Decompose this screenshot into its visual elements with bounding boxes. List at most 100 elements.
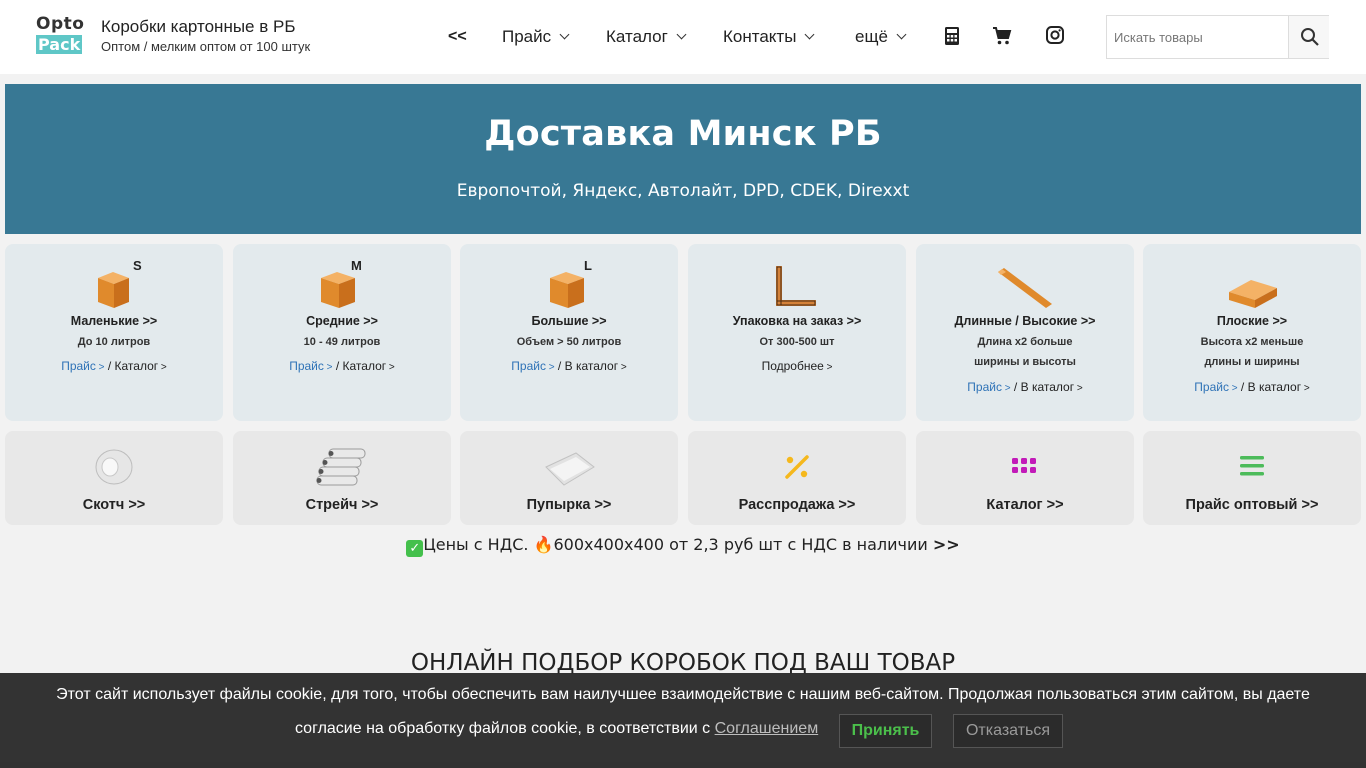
- search-form: [1106, 15, 1329, 59]
- card-title: Длинные / Высокие >>: [954, 314, 1096, 328]
- chevron-down-icon: [559, 29, 570, 40]
- card-links: Подробнее >: [688, 359, 906, 373]
- catalog-link[interactable]: Каталог >: [115, 359, 167, 373]
- price-link-label: Прайс: [289, 359, 324, 373]
- site-subtitle: Оптом / мелким оптом от 100 штук: [101, 39, 311, 54]
- logo[interactable]: Opto Pack: [36, 14, 86, 56]
- card-description-line: длины и ширины: [1204, 356, 1300, 368]
- flat-box-icon: [1229, 280, 1277, 308]
- banner-subtitle: Европочтой, Яндекс, Автолайт, DPD, CDEK,…: [456, 181, 910, 201]
- nav-back-link[interactable]: <<: [448, 24, 467, 50]
- fire-icon: 🔥: [533, 535, 554, 554]
- product-card-catalog[interactable]: Каталог >>: [916, 431, 1134, 525]
- card-description: Объем > 50 литров: [460, 332, 678, 352]
- nav-more-menu[interactable]: ещё: [855, 24, 907, 50]
- size-label: S: [133, 258, 142, 273]
- price-link-label: Прайс: [511, 359, 546, 373]
- product-title: Расспродажа >>: [738, 497, 856, 513]
- cookie-agreement-link[interactable]: Соглашением: [715, 720, 819, 737]
- card-links: Прайс > / Каталог >: [61, 359, 167, 373]
- card-description: До 10 литров: [5, 332, 223, 352]
- cart-icon[interactable]: [992, 26, 1012, 46]
- price-link[interactable]: Прайс >: [1194, 380, 1237, 394]
- percent-icon: [785, 455, 809, 479]
- promo-link[interactable]: >>: [933, 535, 960, 554]
- category-card-long[interactable]: Длинные / Высокие >> Длина х2 больше шир…: [916, 244, 1134, 421]
- delivery-banner: Доставка Минск РБ Европочтой, Яндекс, Ав…: [5, 84, 1361, 234]
- logo-top-text: Opto: [36, 14, 85, 34]
- price-link[interactable]: Прайс >: [511, 359, 554, 373]
- product-card-sale[interactable]: Расспродажа >>: [688, 431, 906, 525]
- catalog-link[interactable]: В каталог >: [1021, 380, 1083, 394]
- catalog-link-label: В каталог: [1020, 380, 1075, 394]
- category-card-custom[interactable]: Упаковка на заказ >> От 300-500 шт Подро…: [688, 244, 906, 421]
- decline-button[interactable]: Отказаться: [953, 714, 1063, 748]
- nav-more-label: ещё: [855, 27, 888, 46]
- card-description: Высота х2 меньше длины и ширины: [1143, 332, 1361, 372]
- catalog-link[interactable]: В каталог >: [1248, 380, 1310, 394]
- card-description-line: От 300-500 шт: [759, 336, 835, 348]
- product-card-price[interactable]: Прайс оптовый >>: [1143, 431, 1361, 525]
- card-title: Маленькие >>: [70, 314, 158, 328]
- search-button[interactable]: [1288, 16, 1329, 58]
- calculator-icon[interactable]: [942, 26, 962, 46]
- category-card-large[interactable]: L Большие >> Объем > 50 литров Прайс > /…: [460, 244, 678, 421]
- card-title: Упаковка на заказ >>: [732, 314, 862, 328]
- product-title: Прайс оптовый >>: [1185, 497, 1319, 513]
- box-icon: [98, 272, 129, 308]
- price-link[interactable]: Прайс >: [967, 380, 1010, 394]
- nav-price-label: Прайс: [502, 27, 552, 46]
- site-title[interactable]: Коробки картонные в РБ: [101, 17, 295, 37]
- size-label: L: [584, 258, 592, 273]
- chevron-down-icon: [804, 29, 815, 40]
- card-links: Прайс > / Каталог >: [289, 359, 395, 373]
- long-box-icon: [998, 268, 1056, 308]
- category-card-small[interactable]: S Маленькие >> До 10 литров Прайс > / Ка…: [5, 244, 223, 421]
- instagram-icon[interactable]: [1045, 25, 1065, 45]
- card-description-line: Длина х2 больше: [977, 336, 1073, 348]
- card-links: Прайс > / В каталог >: [1194, 380, 1310, 394]
- catalog-link-label: В каталог: [564, 359, 619, 373]
- price-link-label: Прайс: [967, 380, 1002, 394]
- price-link[interactable]: Прайс >: [61, 359, 104, 373]
- cookie-text-line1: Этот сайт использует файлы cookie, для т…: [56, 686, 1310, 703]
- promo-line: ✓ Цены с НДС. 🔥600x400x400 от 2,3 руб шт …: [0, 535, 1366, 557]
- box-icon: [550, 272, 584, 308]
- product-title: Каталог >>: [986, 497, 1064, 513]
- category-card-flat[interactable]: Плоские >> Высота х2 меньше длины и шири…: [1143, 244, 1361, 421]
- promo-text-vat: Цены с НДС.: [423, 535, 534, 554]
- nav-catalog-menu[interactable]: Каталог: [606, 24, 687, 50]
- stretch-film-icon: [316, 448, 366, 486]
- card-links: Прайс > / В каталог >: [967, 380, 1083, 394]
- catalog-link-label: Каталог: [114, 359, 159, 373]
- bubble-wrap-icon: [545, 452, 595, 486]
- card-description-line: Объем > 50 литров: [516, 336, 622, 348]
- price-link[interactable]: Прайс >: [289, 359, 332, 373]
- product-card-bubble[interactable]: Пупырка >>: [460, 431, 678, 525]
- nav-contacts-menu[interactable]: Контакты: [723, 24, 815, 50]
- more-link[interactable]: Подробнее >: [762, 359, 833, 373]
- product-card-tape[interactable]: Скотч >>: [5, 431, 223, 525]
- catalog-link[interactable]: Каталог >: [343, 359, 395, 373]
- catalog-link-label: Каталог: [342, 359, 387, 373]
- search-input[interactable]: [1107, 16, 1288, 58]
- card-description: Длина х2 больше ширины и высоты: [916, 332, 1134, 372]
- list-icon: [1240, 456, 1264, 476]
- card-description-line: 10 - 49 литров: [303, 336, 381, 348]
- card-description-line: До 10 литров: [77, 336, 151, 348]
- nav-price-menu[interactable]: Прайс: [502, 24, 570, 50]
- cookie-text-line2-label: согласие на обработку файлов cookie, в с…: [295, 720, 715, 737]
- card-description: 10 - 49 литров: [233, 332, 451, 352]
- card-title: Средние >>: [306, 314, 378, 328]
- promo-text-offer: 600x400x400 от 2,3 руб шт с НДС в наличи…: [553, 535, 933, 554]
- product-card-stretch[interactable]: Стрейч >>: [233, 431, 451, 525]
- logo-bottom-text: Pack: [36, 35, 83, 54]
- catalog-link[interactable]: В каталог >: [565, 359, 627, 373]
- category-card-medium[interactable]: M Средние >> 10 - 49 литров Прайс > / Ка…: [233, 244, 451, 421]
- product-title: Скотч >>: [82, 497, 146, 513]
- accept-button[interactable]: Принять: [839, 714, 932, 748]
- grid-icon: [1012, 458, 1036, 473]
- chevron-down-icon: [676, 29, 687, 40]
- product-title: Пупырка >>: [526, 497, 612, 513]
- tape-icon: [95, 449, 133, 485]
